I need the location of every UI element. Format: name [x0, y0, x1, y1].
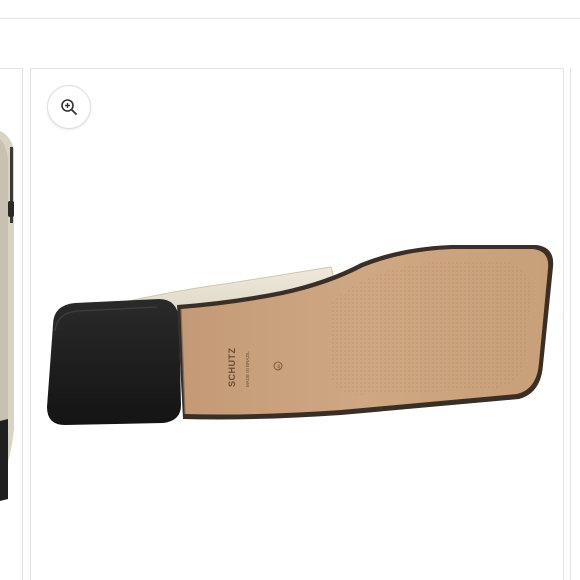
previous-image-thumbnail[interactable]	[0, 68, 23, 580]
header-divider	[0, 18, 580, 19]
sole-size-stamp: 38	[276, 364, 281, 369]
sole-brand-stamp: SCHUTZ	[227, 348, 237, 388]
product-gallery-page: SCHUTZ MADE IN BRAZIL 38	[0, 0, 580, 580]
main-product-image[interactable]: SCHUTZ MADE IN BRAZIL 38	[30, 68, 564, 580]
image-gallery: SCHUTZ MADE IN BRAZIL 38	[0, 68, 580, 580]
previous-image-shoe	[0, 131, 14, 501]
sole-origin-stamp: MADE IN BRAZIL	[245, 351, 250, 387]
shoe-sole-image: SCHUTZ MADE IN BRAZIL 38	[47, 245, 554, 425]
next-image-thumbnail[interactable]	[570, 68, 580, 580]
zoom-in-icon	[61, 99, 77, 115]
zoom-button[interactable]	[47, 85, 91, 129]
